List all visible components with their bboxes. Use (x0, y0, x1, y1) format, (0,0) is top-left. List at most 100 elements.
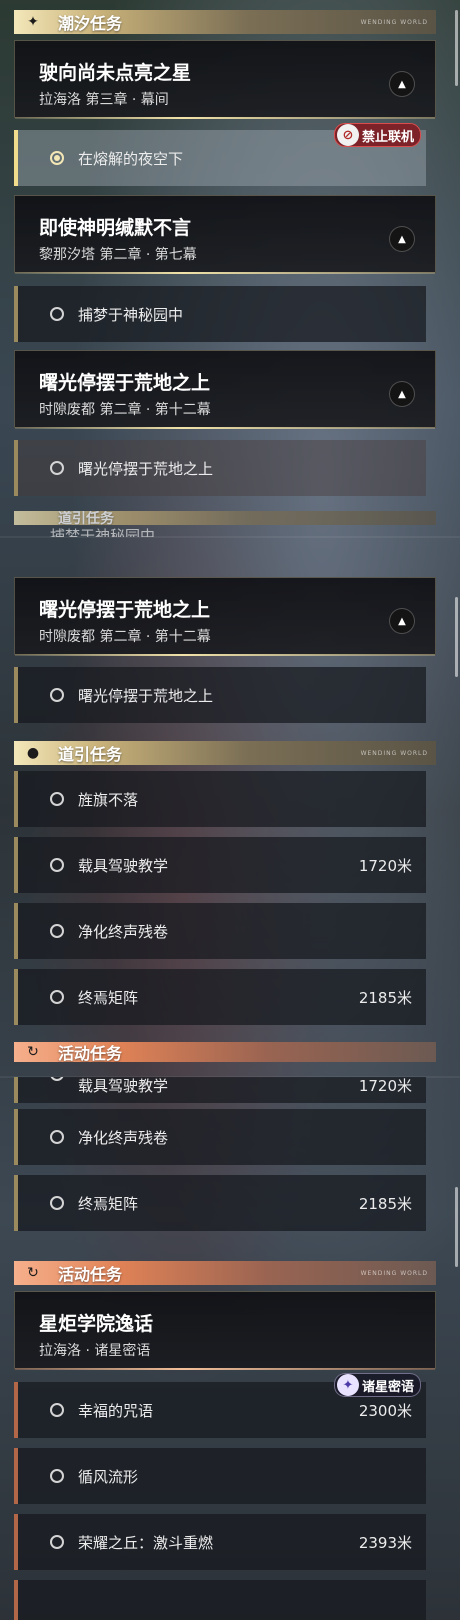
distance-label: 2185米 (358, 988, 412, 1007)
header-deco-text: WENDING WORLD (360, 749, 428, 757)
quest-title: 驶向尚未点亮之星 (39, 62, 192, 84)
guide-item-peek[interactable]: 载具驾驶教学 1720米 (14, 1077, 426, 1103)
selected-radio-icon (50, 151, 64, 165)
guide-quest-header[interactable]: ● 道引任务 WENDING WORLD (14, 741, 436, 765)
quest-subtitle: 时隙废都 第二章 · 第十二幕 (39, 402, 211, 418)
radio-icon (50, 1196, 64, 1210)
radio-icon (50, 307, 64, 321)
guide-item-0[interactable]: 旌旗不落 (14, 771, 426, 827)
objective-label: 载具驾驶教学 (78, 1077, 169, 1095)
objective-item[interactable]: 曙光停摆于荒地之上 (14, 667, 426, 723)
objective-item[interactable]: 捕梦于神秘园中 (14, 286, 426, 342)
event-item-peek[interactable] (14, 1580, 426, 1620)
objective-label: 荣耀之丘：激斗重燃 (78, 1533, 214, 1552)
objective-label: 载具驾驶教学 (78, 856, 169, 875)
distance-label: 2393米 (358, 1533, 412, 1552)
objective-bar (14, 286, 18, 342)
objective-bar (14, 1109, 18, 1165)
quest-card-2[interactable]: 即使神明缄默不言 黎那汐塔 第二章 · 第七幕 ▲ (14, 195, 436, 274)
quest-title: 曙光停摆于荒地之上 (39, 372, 211, 394)
objective-label: 曙光停摆于荒地之上 (78, 686, 214, 705)
objective-label: 幸福的咒语 (78, 1401, 154, 1420)
objective-label: 终焉矩阵 (78, 988, 139, 1007)
radio-icon (50, 858, 64, 872)
objective-bar (14, 771, 18, 827)
collapse-icon[interactable]: ▲ (389, 71, 415, 97)
scrollbar[interactable] (455, 10, 458, 86)
location-pin-icon: ● (26, 745, 40, 761)
objective-label: 在熔解的夜空下 (78, 149, 184, 168)
objective-bar (14, 1514, 18, 1570)
event-header-peek: ↻ 活动任务 (14, 1042, 436, 1062)
objective-bar (14, 130, 18, 186)
guide-item-1[interactable]: 载具驾驶教学 1720米 (14, 837, 426, 893)
event-quest-label: 活动任务 (58, 1265, 123, 1284)
guide-item-3[interactable]: 终焉矩阵 2185米 (14, 1175, 426, 1231)
distance-label: 1720米 (358, 856, 412, 875)
radio-icon (50, 924, 64, 938)
quest-subtitle: 黎那汐塔 第二章 · 第七幕 (39, 247, 197, 263)
quest-subtitle: 拉海洛 · 诸星密语 (39, 1343, 151, 1359)
stars-whisper-label: 诸星密语 (362, 1379, 415, 1395)
event-quest-header[interactable]: ↻ 活动任务 WENDING WORLD (14, 1261, 436, 1285)
radio-icon (50, 688, 64, 702)
tide-quest-header[interactable]: ✦ 潮汐任务 WENDING WORLD (14, 10, 436, 34)
radio-icon (50, 1469, 64, 1483)
objective-label: 净化终声残卷 (78, 1128, 169, 1147)
collapse-icon[interactable]: ▲ (389, 608, 415, 634)
collapse-icon[interactable]: ▲ (389, 381, 415, 407)
offline-badge: ⊘ 禁止联机 (334, 123, 422, 147)
objective-bar (14, 1580, 18, 1620)
distance-label: 2185米 (358, 1194, 412, 1213)
event-refresh-icon: ↻ (27, 1044, 39, 1060)
objective-bar (14, 1448, 18, 1504)
guide-item-3[interactable]: 终焉矩阵 2185米 (14, 969, 426, 1025)
collapse-icon[interactable]: ▲ (389, 226, 415, 252)
objective-item[interactable]: 曙光停摆于荒地之上 (14, 440, 426, 496)
objective-label: 净化终声残卷 (78, 922, 169, 941)
no-multiplayer-icon: ⊘ (337, 124, 359, 146)
objective-bar (14, 903, 18, 959)
scrollbar[interactable] (455, 1187, 458, 1267)
event-item-2[interactable]: 荣耀之丘：激斗重燃 2393米 (14, 1514, 426, 1570)
quest-card-3[interactable]: 曙光停摆于荒地之上 时隙废都 第二章 · 第十二幕 ▲ (14, 350, 436, 429)
distance-label: 2300米 (358, 1401, 412, 1420)
distance-label: 1720米 (358, 1077, 412, 1095)
quest-title: 即使神明缄默不言 (39, 217, 192, 239)
quest-subtitle: 时隙废都 第二章 · 第十二幕 (39, 629, 211, 645)
radio-icon (50, 461, 64, 475)
event-quest-card[interactable]: 星炬学院逸话 拉海洛 · 诸星密语 (14, 1291, 436, 1370)
star-icon: ✦ (27, 14, 39, 30)
objective-label: 循风流形 (78, 1467, 139, 1486)
objective-bar (14, 837, 18, 893)
event-refresh-icon: ↻ (27, 1265, 39, 1281)
quest-title: 星炬学院逸话 (39, 1313, 154, 1335)
scrollbar[interactable] (455, 597, 458, 677)
quest-card-1[interactable]: 驶向尚未点亮之星 拉海洛 第三章 · 幕间 ▲ (14, 40, 436, 119)
star-emblem-icon: ✦ (337, 1374, 359, 1396)
guide-header-peek: 道引任务 (14, 511, 436, 525)
offline-badge-label: 禁止联机 (362, 129, 415, 145)
objective-bar (14, 969, 18, 1025)
quest-panel-2: 曙光停摆于荒地之上 时隙废都 第二章 · 第十二幕 ▲ 曙光停摆于荒地之上 ● … (0, 537, 460, 1077)
objective-label: 曙光停摆于荒地之上 (78, 459, 214, 478)
objective-bar (14, 440, 18, 496)
radio-icon (50, 1403, 64, 1417)
guide-quest-label: 道引任务 (58, 745, 123, 764)
objective-bar (14, 1175, 18, 1231)
quest-subtitle: 拉海洛 第三章 · 幕间 (39, 92, 169, 108)
header-deco-text: WENDING WORLD (360, 1269, 428, 1277)
quest-panel-1: ✦ 潮汐任务 WENDING WORLD 驶向尚未点亮之星 拉海洛 第三章 · … (0, 0, 460, 537)
objective-label: 终焉矩阵 (78, 1194, 139, 1213)
guide-item-2[interactable]: 净化终声残卷 (14, 1109, 426, 1165)
quest-card-3[interactable]: 曙光停摆于荒地之上 时隙废都 第二章 · 第十二幕 ▲ (14, 577, 436, 656)
tide-quest-label: 潮汐任务 (58, 14, 123, 33)
stars-whisper-badge: ✦ 诸星密语 (334, 1373, 422, 1397)
guide-item-2[interactable]: 净化终声残卷 (14, 903, 426, 959)
event-item-1[interactable]: 循风流形 (14, 1448, 426, 1504)
objective-bar (14, 667, 18, 723)
header-deco-text: WENDING WORLD (360, 18, 428, 26)
radio-icon (50, 792, 64, 806)
quest-panel-3: 载具驾驶教学 1720米 净化终声残卷 终焉矩阵 2185米 ↻ 活动任务 WE… (0, 1077, 460, 1620)
peek-header-label: 道引任务 (58, 511, 114, 525)
